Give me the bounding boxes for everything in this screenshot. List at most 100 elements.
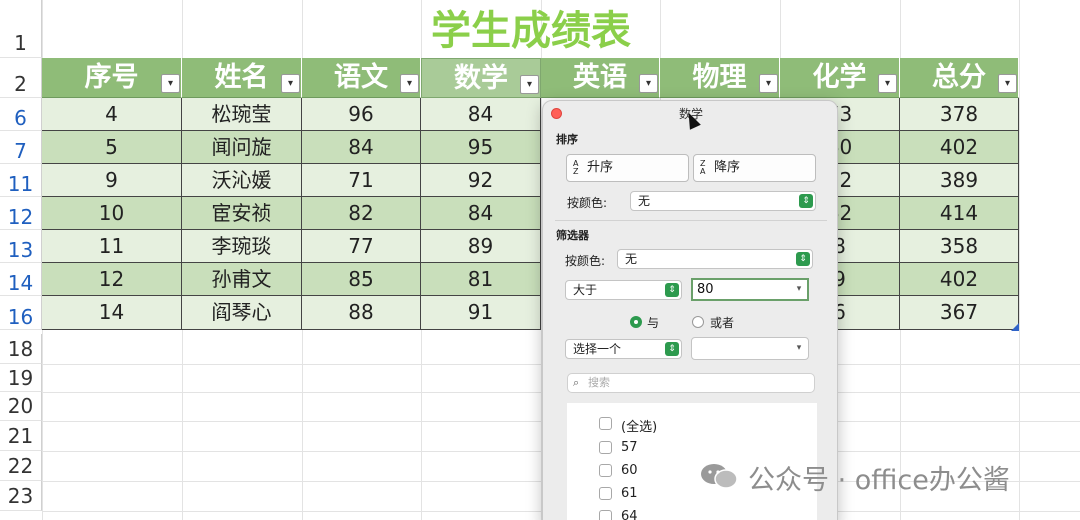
header-label: 语文 — [334, 62, 388, 93]
row-header[interactable]: 6 — [0, 98, 42, 131]
table-cell[interactable]: 89 — [421, 230, 541, 263]
checkbox[interactable] — [599, 417, 612, 430]
table-cell[interactable]: 阎琴心 — [182, 296, 302, 330]
sheet-title[interactable]: 学生成绩表 — [42, 0, 1020, 58]
table-cell[interactable]: 81 — [421, 263, 541, 296]
row-header[interactable]: 7 — [0, 131, 42, 164]
sort-descending-button[interactable]: Z A 降序 — [693, 154, 816, 182]
filter-dropdown-button[interactable]: ▾ — [998, 74, 1017, 93]
table-cell[interactable]: 358 — [900, 230, 1019, 263]
table-cell[interactable]: 82 — [302, 197, 421, 230]
table-cell[interactable]: 14 — [42, 296, 182, 330]
search-input[interactable]: ⌕ 搜索 — [567, 373, 815, 393]
filter-section-label: 筛选器 — [556, 229, 589, 242]
header-cell[interactable]: 物理 ▾ — [660, 58, 780, 98]
sort-descending-icon: ZA — [700, 158, 706, 176]
table-cell[interactable]: 12 — [42, 263, 182, 296]
row-header[interactable]: 20 — [0, 392, 42, 421]
row-header[interactable]: 1 — [0, 0, 42, 58]
table-cell[interactable]: 9 — [42, 164, 182, 197]
row-header[interactable]: 16 — [0, 296, 42, 330]
row-header[interactable]: 2 — [0, 58, 42, 98]
condition2-operator: 选择一个 — [573, 342, 622, 356]
filter-by-color-select[interactable]: 无 ⇕ — [617, 249, 813, 269]
sort-by-color-value: 无 — [638, 194, 651, 208]
watermark-text: 公众号 · office办公酱 — [748, 465, 1010, 496]
table-cell[interactable]: 71 — [302, 164, 421, 197]
table-cell[interactable]: 10 — [42, 197, 182, 230]
logic-or-radio[interactable] — [692, 316, 704, 328]
header-cell[interactable]: 化学 ▾ — [780, 58, 900, 98]
header-label: 姓名 — [214, 62, 269, 93]
filter-dropdown-button[interactable]: ▾ — [639, 74, 658, 93]
row-header[interactable]: 19 — [0, 364, 42, 392]
filter-dropdown-button[interactable]: ▾ — [281, 74, 300, 93]
logic-and-radio[interactable] — [630, 316, 642, 328]
table-cell[interactable]: 402 — [900, 131, 1019, 164]
table-cell[interactable]: 84 — [421, 197, 541, 230]
condition1-operator-select[interactable]: 大于 ⇕ — [565, 280, 682, 300]
row-header[interactable]: 18 — [0, 334, 42, 364]
table-cell[interactable]: 5 — [42, 131, 182, 164]
table-cell[interactable]: 88 — [302, 296, 421, 330]
filter-dropdown-button[interactable]: ▾ — [161, 74, 180, 93]
table-cell[interactable]: 4 — [42, 98, 182, 131]
header-cell[interactable]: 总分 ▾ — [900, 58, 1019, 98]
table-cell[interactable]: 95 — [421, 131, 541, 164]
row-header[interactable]: 21 — [0, 421, 42, 451]
table-cell[interactable]: 李琬琰 — [182, 230, 302, 263]
row-header[interactable]: 13 — [0, 230, 42, 263]
header-label: 英语 — [573, 62, 627, 93]
filter-by-color-value: 无 — [625, 252, 638, 266]
table-cell[interactable]: 378 — [900, 98, 1019, 131]
table-cell[interactable]: 389 — [900, 164, 1019, 197]
sort-by-color-select[interactable]: 无 ⇕ — [630, 191, 816, 211]
table-cell[interactable]: 77 — [302, 230, 421, 263]
select-stepper-icon: ⇕ — [799, 194, 813, 208]
row-header[interactable]: 23 — [0, 481, 42, 511]
logic-or-label: 或者 — [710, 316, 735, 330]
filter-active-icon[interactable]: ▾ — [520, 75, 539, 94]
sort-section-label: 排序 — [556, 133, 578, 146]
table-cell[interactable]: 85 — [302, 263, 421, 296]
table-cell[interactable]: 宦安祯 — [182, 197, 302, 230]
table-cell[interactable]: 367 — [900, 296, 1019, 330]
table-cell[interactable]: 松琬莹 — [182, 98, 302, 131]
list-item: 64 — [621, 509, 638, 520]
table-cell[interactable]: 闻问旋 — [182, 131, 302, 164]
table-cell[interactable]: 11 — [42, 230, 182, 263]
logic-and-label: 与 — [647, 316, 660, 330]
sort-ascending-button[interactable]: A Z 升序 — [566, 154, 689, 182]
header-cell[interactable]: 序号 ▾ — [42, 58, 182, 98]
table-cell[interactable]: 96 — [302, 98, 421, 131]
chevron-down-icon[interactable]: ▾ — [792, 279, 806, 299]
filter-dropdown-button[interactable]: ▾ — [759, 74, 778, 93]
header-cell[interactable]: 姓名 ▾ — [182, 58, 302, 98]
header-cell-active[interactable]: 数学 ▾ — [421, 58, 541, 98]
filter-dropdown-button[interactable]: ▾ — [878, 74, 897, 93]
row-header[interactable]: 12 — [0, 197, 42, 230]
header-cell[interactable]: 语文 ▾ — [302, 58, 421, 98]
table-cell[interactable]: 沃沁媛 — [182, 164, 302, 197]
filter-dropdown-button[interactable]: ▾ — [400, 74, 419, 93]
checkbox[interactable] — [599, 510, 612, 520]
table-cell[interactable]: 84 — [421, 98, 541, 131]
row-header[interactable]: 11 — [0, 164, 42, 197]
checkbox[interactable] — [599, 464, 612, 477]
header-cell[interactable]: 英语 ▾ — [541, 58, 660, 98]
table-cell[interactable]: 84 — [302, 131, 421, 164]
checkbox[interactable] — [599, 441, 612, 454]
table-cell[interactable]: 孙甫文 — [182, 263, 302, 296]
table-cell[interactable]: 414 — [900, 197, 1019, 230]
checkbox[interactable] — [599, 487, 612, 500]
row-header[interactable]: 14 — [0, 263, 42, 296]
table-cell[interactable]: 92 — [421, 164, 541, 197]
header-label: 总分 — [932, 62, 986, 93]
wechat-icon — [701, 464, 738, 489]
table-cell[interactable]: 402 — [900, 263, 1019, 296]
row-header[interactable]: 22 — [0, 451, 42, 481]
table-cell[interactable]: 91 — [421, 296, 541, 330]
condition2-operator-select[interactable]: 选择一个 ⇕ — [565, 339, 682, 359]
sort-ascending-icon: AZ — [573, 158, 579, 176]
chevron-down-icon[interactable]: ▾ — [792, 338, 806, 358]
